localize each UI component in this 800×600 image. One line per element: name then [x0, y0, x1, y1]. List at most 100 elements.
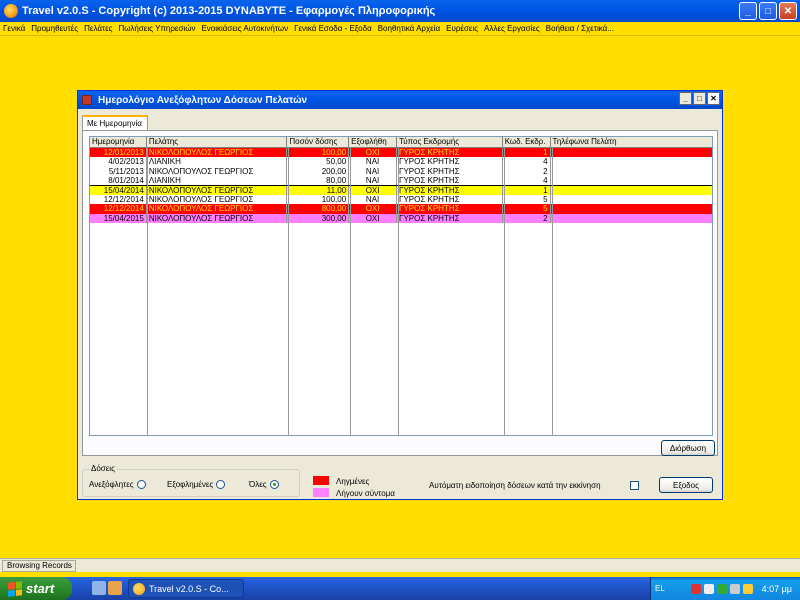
cell-customer: ΝΙΚΟΛΟΠΟΥΛΟΣ ΓΕΩΡΓΙΟΣ — [147, 166, 288, 177]
taskbar-item-label: Travel v2.0.S - Co... — [149, 583, 229, 594]
exit-button[interactable]: Εξοδος — [659, 477, 713, 493]
radio-paid-label: Εξοφλημένες — [167, 480, 214, 489]
clock: 4:07 μμ — [761, 583, 792, 594]
installments-grid[interactable]: Ημερομηνία Πελάτης Ποσόν δόσης Εξοφλήθη … — [89, 136, 713, 436]
cell-amount: 11,00 — [287, 185, 350, 195]
column-header-date[interactable]: Ημερομηνία — [90, 137, 147, 147]
cell-trip-type: ΓΥΡΟΣ ΚΡΗΤΗΣ — [397, 213, 503, 224]
dialog-maximize-button[interactable]: □ — [693, 92, 706, 105]
grid-header: Ημερομηνία Πελάτης Ποσόν δόσης Εξοφλήθη … — [90, 137, 712, 148]
cell-paid: ΟΧΙ — [349, 148, 398, 158]
table-row[interactable]: 5/11/2013 ΝΙΚΟΛΟΠΟΥΛΟΣ ΓΕΩΡΓΙΟΣ 200,00 ΝΑΙ Γ… — [90, 166, 712, 177]
cell-trip-code: 5 — [503, 194, 551, 205]
dialog-icon — [82, 95, 92, 105]
column-header-trip-code[interactable]: Κωδ. Εκδρ. — [503, 137, 551, 147]
minimize-button[interactable]: _ — [739, 2, 757, 20]
radio-unpaid-circle[interactable] — [136, 480, 146, 489]
maximize-button[interactable]: □ — [759, 2, 777, 20]
cell-trip-code: 4 — [503, 157, 551, 167]
cell-phones — [551, 204, 712, 213]
table-row[interactable]: 8/01/2014 ΛΙΑΝΙΚΗ 80,00 ΝΑΙ ΓΥΡΟΣ ΚΡΗΤΗΣ 4 — [90, 176, 712, 186]
dialog-close-button[interactable]: ✕ — [707, 92, 720, 105]
column-header-trip-type[interactable]: Τύπος Εκδρομής — [397, 137, 503, 147]
cell-amount: 100,00 — [287, 148, 350, 158]
tray-app-icon[interactable] — [716, 583, 727, 594]
app-title: Travel v2.0.S - Copyright (c) 2013-2015 … — [22, 5, 436, 17]
cell-phones — [551, 186, 712, 195]
cell-customer: ΝΙΚΟΛΟΠΟΥΛΟΣ ΓΕΩΡΓΙΟΣ — [147, 204, 288, 214]
cell-trip-type: ΓΥΡΟΣ ΚΡΗΤΗΣ — [397, 204, 503, 214]
cell-amount: 100,00 — [287, 194, 350, 205]
column-header-customer[interactable]: Πελάτης — [147, 137, 288, 147]
cell-phones — [551, 167, 712, 176]
expired-legend-label: Ληγμένες — [336, 477, 370, 486]
edit-button[interactable]: Διόρθωση — [661, 440, 715, 456]
cell-date: 5/11/2013 — [90, 166, 147, 177]
cell-trip-code: 1 — [503, 185, 551, 195]
cell-trip-code: 2 — [503, 166, 551, 177]
cell-amount: 800,00 — [287, 204, 350, 214]
column-header-phones[interactable]: Τηλέφωνα Πελάτη — [551, 137, 712, 147]
cell-trip-code: 5 — [503, 204, 551, 214]
table-row[interactable]: 12/12/2014 ΝΙΚΟΛΟΠΟΥΛΟΣ ΓΕΩΡΓΙΟΣ 100,00 ΝΑΙ… — [90, 194, 712, 205]
show-desktop-icon[interactable] — [92, 581, 106, 595]
table-row[interactable]: 12/12/2014 ΝΙΚΟΛΟΠΟΥΛΟΣ ΓΕΩΡΓΙΟΣ 800,00 ΟΧΙ… — [90, 204, 712, 214]
dialog-window-controls: _ □ ✕ — [679, 92, 720, 105]
cell-amount: 80,00 — [287, 176, 350, 186]
cell-date: 12/12/2014 — [90, 204, 147, 214]
menu-item-service-sales[interactable]: Πωλήσεις Υπηρεσιών — [116, 24, 199, 33]
volume-icon[interactable] — [729, 583, 740, 594]
app-titlebar[interactable]: Travel v2.0.S - Copyright (c) 2013-2015 … — [0, 0, 800, 22]
menu-item-customers[interactable]: Πελάτες — [81, 24, 115, 33]
tab-by-date[interactable]: Με Ημερομηνία — [82, 115, 148, 131]
table-row[interactable]: 15/04/2014 ΝΙΚΟΛΟΠΟΥΛΟΣ ΓΕΩΡΓΙΟΣ 11,00 ΟΧΙ Γ… — [90, 184, 712, 196]
radio-unpaid[interactable]: Ανεξόφλητες — [89, 480, 146, 489]
close-button[interactable]: ✕ — [779, 2, 797, 20]
menu-item-general[interactable]: Γενικά — [0, 24, 28, 33]
dialog-title: Ημερολόγιο Ανεξόφλητων Δόσεων Πελατών — [98, 94, 308, 106]
quicklaunch-app-icon[interactable] — [108, 581, 122, 595]
cell-trip-type: ΓΥΡΟΣ ΚΡΗΤΗΣ — [397, 185, 503, 195]
dialog-minimize-button[interactable]: _ — [679, 92, 692, 105]
tray-security-icon[interactable] — [690, 583, 701, 594]
app-icon — [4, 4, 18, 18]
cell-customer: ΛΙΑΝΙΚΗ — [147, 157, 288, 167]
tray-alert-icon[interactable] — [742, 583, 753, 594]
table-row[interactable]: 4/02/2013 ΛΙΑΝΙΚΗ 50,00 ΝΑΙ ΓΥΡΟΣ ΚΡΗΤΗΣ 4 — [90, 157, 712, 167]
menu-item-aux-files[interactable]: Βοηθητικά Αρχεία — [375, 24, 443, 33]
cell-phones — [551, 157, 712, 166]
column-header-paid[interactable]: Εξοφλήθη — [349, 137, 398, 147]
installments-filter-group: Δόσεις Ανεξόφλητες Εξοφλημένες Όλες — [82, 464, 300, 497]
radio-all-label: Όλες — [249, 480, 267, 489]
auto-notify-checkbox[interactable] — [630, 481, 639, 490]
menu-item-suppliers[interactable]: Προμηθευτές — [28, 24, 81, 33]
taskbar-item-travel[interactable]: Travel v2.0.S - Co... — [128, 579, 244, 598]
radio-all[interactable]: Όλες — [249, 480, 279, 489]
radio-all-circle[interactable] — [269, 480, 279, 489]
cell-phones — [551, 148, 712, 157]
cell-phones — [551, 214, 712, 223]
language-indicator[interactable]: EL — [655, 584, 665, 593]
radio-paid[interactable]: Εξοφλημένες — [167, 480, 226, 489]
cell-customer: ΛΙΑΝΙΚΗ — [147, 176, 288, 186]
cell-trip-code: 4 — [503, 176, 551, 186]
menu-item-search[interactable]: Ευρέσεις — [443, 24, 481, 33]
table-row[interactable]: 12/01/2013 ΝΙΚΟΛΟΠΟΥΛΟΣ ΓΕΩΡΓΙΟΣ 100,00 ΟΧΙ… — [90, 148, 712, 158]
menu-bar: Γενικά Προμηθευτές Πελάτες Πωλήσεις Υπηρ… — [0, 22, 800, 36]
cell-phones — [551, 195, 712, 204]
dialog-titlebar[interactable]: Ημερολόγιο Ανεξόφλητων Δόσεων Πελατών _ … — [78, 91, 722, 109]
cell-phones — [551, 176, 712, 185]
radio-paid-circle[interactable] — [216, 480, 226, 489]
table-row[interactable]: 15/04/2015 ΝΙΚΟΛΟΠΟΥΛΟΣ ΓΕΩΡΓΙΟΣ 300,00 ΟΧΙ… — [90, 213, 712, 224]
cell-amount: 300,00 — [287, 213, 350, 224]
menu-item-car-rentals[interactable]: Ενοικιάσεις Αυτοκινήτων — [198, 24, 291, 33]
tray-network-icon[interactable] — [703, 583, 714, 594]
menu-item-income-expenses[interactable]: Γενικά Εσοδα - Εξοδα — [291, 24, 375, 33]
start-button[interactable]: start — [0, 577, 72, 600]
menu-item-help[interactable]: Βοήθεια / Σχετικά... — [543, 24, 617, 33]
status-text: Browsing Records — [2, 560, 76, 572]
column-header-amount[interactable]: Ποσόν δόσης — [287, 137, 350, 147]
menu-item-other-tasks[interactable]: Αλλες Εργασίες — [481, 24, 543, 33]
cell-date: 15/04/2014 — [90, 185, 147, 195]
radio-unpaid-label: Ανεξόφλητες — [89, 480, 134, 489]
